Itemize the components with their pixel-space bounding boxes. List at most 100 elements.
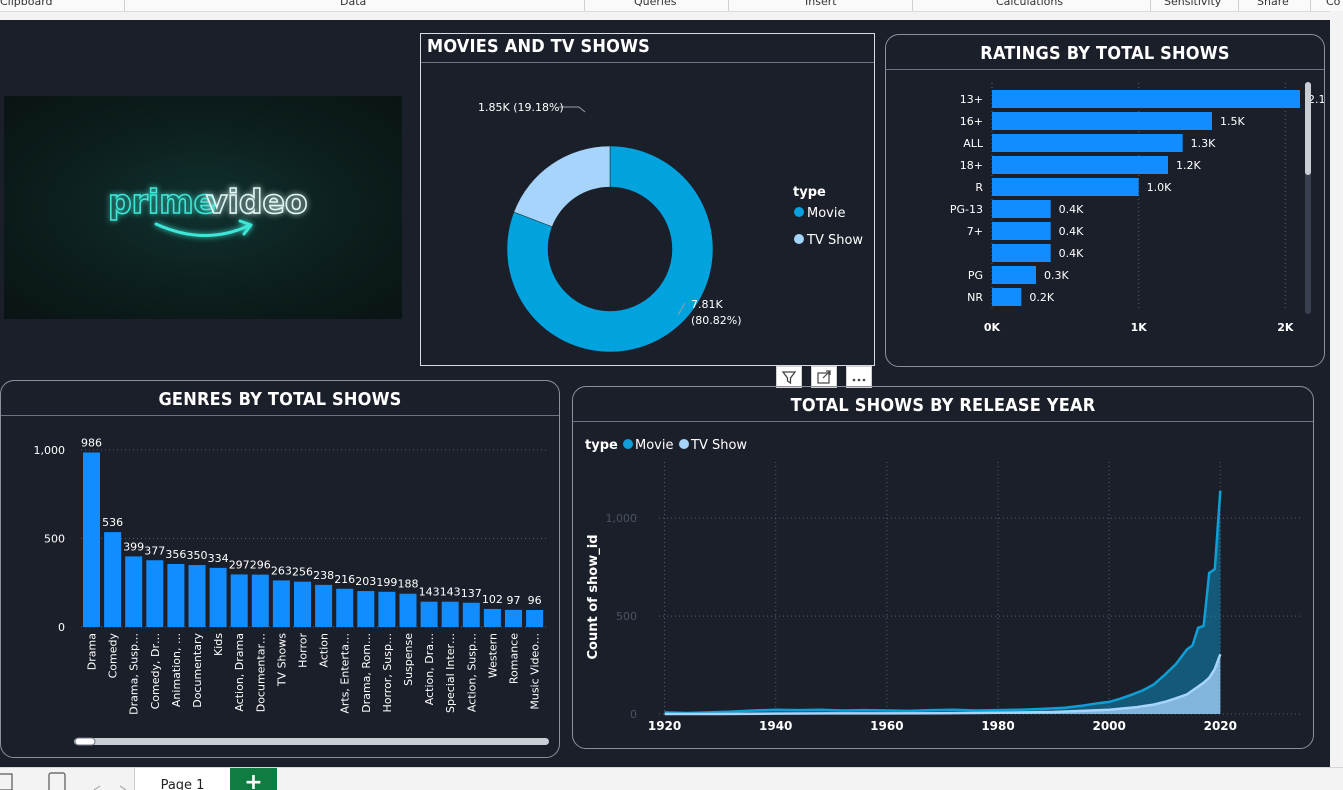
genre-data-label: 96	[528, 594, 542, 607]
ribbon-group-clipboard[interactable]: Clipboard	[0, 0, 53, 8]
rating-category-label: R	[975, 181, 983, 194]
donut-label-movie-percent: (80.82%)	[691, 314, 742, 327]
more-options-icon[interactable]	[846, 366, 872, 388]
genre-data-label: 238	[313, 569, 334, 582]
ratings-bar-visual[interactable]: RATINGS BY TOTAL SHOWS 0K1K2K13+2.1K16+1…	[885, 34, 1325, 367]
genre-category-label: Suspense	[402, 633, 415, 686]
scrollbar-thumb[interactable]	[74, 737, 96, 746]
y-tick-label: 1,000	[606, 512, 638, 525]
page-tab-page-1[interactable]: Page 1	[134, 768, 231, 790]
rating-data-label: 0.4K	[1059, 203, 1084, 216]
rating-bar	[992, 200, 1051, 218]
prime-video-logo[interactable]: prime video	[4, 96, 402, 319]
genre-data-label: 102	[482, 593, 503, 606]
area-fill-movie	[664, 490, 1221, 714]
genre-data-label: 334	[208, 552, 229, 565]
donut-label-tvshow: 1.85K (19.18%)	[478, 101, 564, 114]
ribbon-group-share[interactable]: Share	[1257, 0, 1289, 8]
rating-category-label: 18+	[960, 159, 983, 172]
release-year-area-visual[interactable]: TOTAL SHOWS BY RELEASE YEAR 0 500 1,000 192…	[572, 386, 1314, 749]
x-tick-label: 1980	[981, 719, 1014, 733]
ribbon-group-data[interactable]: Data	[340, 0, 366, 8]
legend-item-movie: Movie	[635, 438, 673, 453]
genre-category-label: Action, Dra…	[423, 633, 436, 705]
legend-dot-movie	[623, 439, 633, 449]
ribbon-group-queries[interactable]: Queries	[634, 0, 676, 8]
genre-category-label: Action, Drama	[233, 633, 246, 712]
ribbon-group-insert[interactable]: Insert	[805, 0, 837, 8]
rating-category-label: ALL	[963, 137, 984, 150]
legend-dot-tv-show	[679, 439, 689, 449]
logo-word-prime: prime	[108, 182, 216, 221]
ribbon-group-copilot[interactable]: Co	[1326, 0, 1340, 8]
genre-bar	[315, 584, 333, 627]
next-page-icon[interactable]	[119, 785, 127, 790]
scrollbar-thumb[interactable]	[1305, 82, 1311, 175]
smile-arrow-icon	[154, 222, 250, 237]
genre-bar	[378, 591, 396, 627]
genre-data-label: 536	[102, 516, 123, 529]
rating-bar	[992, 222, 1051, 240]
donut-legend-title: type	[793, 185, 826, 200]
genre-bar	[420, 601, 438, 627]
fit-page-icon[interactable]	[0, 773, 13, 790]
x-tick-label: 1960	[870, 719, 903, 733]
genre-bar	[104, 532, 122, 627]
rating-category-label: 13+	[960, 93, 983, 106]
genres-bar-visual[interactable]: GENRES BY TOTAL SHOWS 0 500 1,000 986 Drama 5…	[0, 380, 560, 758]
genre-category-label: Drama	[86, 633, 99, 670]
focus-mode-icon[interactable]	[811, 366, 837, 388]
genre-category-label: Action	[318, 633, 331, 667]
horizontal-scrollbar[interactable]	[74, 738, 549, 745]
genre-category-label: Western	[486, 633, 499, 678]
genre-data-label: 296	[250, 559, 271, 572]
genre-bar	[526, 610, 544, 627]
genre-data-label: 399	[123, 540, 144, 553]
add-page-button[interactable]: +	[230, 768, 277, 790]
genre-bar	[441, 601, 459, 627]
genre-bar	[251, 574, 269, 627]
legend-dot-1	[794, 234, 804, 244]
genre-data-label: 143	[440, 586, 461, 599]
genre-data-label: 97	[507, 594, 521, 607]
genre-bar	[125, 556, 143, 627]
genre-category-label: Horror, Susp…	[381, 633, 394, 713]
mobile-layout-icon[interactable]	[48, 772, 66, 790]
rating-bar	[992, 134, 1183, 152]
genre-bar	[357, 591, 375, 627]
rating-data-label: 0.3K	[1044, 269, 1069, 282]
genre-bar	[230, 574, 248, 627]
x-tick-label: 1K	[1131, 321, 1148, 334]
genre-bar	[188, 565, 206, 627]
donut-chart: 7.81K (80.82%) 1.85K (19.18%) type Movie TV S…	[478, 101, 863, 353]
ribbon-separator	[912, 0, 913, 11]
genre-data-label: 986	[81, 436, 102, 449]
legend-dot-0	[794, 207, 804, 217]
series-line-movie	[664, 490, 1222, 715]
genres-chart: 0 500 1,000 986 Drama 536 Comedy 399 Drama, Susp…	[34, 436, 549, 746]
ratings-chart: 0K1K2K13+2.1K16+1.5KALL1.3K18+1.2KR1.0KP…	[950, 82, 1324, 334]
rating-data-label: 1.0K	[1147, 181, 1172, 194]
rating-data-label: 1.5K	[1220, 115, 1245, 128]
genre-category-label: Animation, …	[170, 633, 183, 707]
x-tick-label: 2000	[1092, 719, 1125, 733]
genre-category-label: TV Shows	[275, 633, 288, 687]
genre-data-label: 263	[271, 564, 292, 577]
genre-data-label: 377	[144, 544, 165, 557]
ribbon-group-calculations[interactable]: Calculations	[996, 0, 1063, 8]
genre-category-label: Music Video…	[529, 633, 542, 710]
canvas-scroll-margin	[1330, 11, 1343, 767]
genre-category-label: Kids	[212, 633, 225, 656]
legend-item-tv-show: TV Show	[690, 438, 747, 453]
prev-page-icon[interactable]	[93, 785, 101, 790]
ribbon-group-sensitivity[interactable]: Sensitivity	[1164, 0, 1221, 8]
logo-word-video: video	[206, 182, 308, 221]
donut-label-movie-value: 7.81K	[691, 298, 723, 311]
y-axis-label: Count of show_id	[586, 534, 601, 659]
logo-art: prime video	[107, 181, 308, 237]
genre-bar	[483, 608, 501, 627]
filter-icon[interactable]	[776, 366, 802, 388]
rating-data-label: 0.2K	[1029, 291, 1054, 304]
y-tick-label: 0	[58, 621, 65, 634]
movies-tv-donut-visual[interactable]: MOVIES AND TV SHOWS 7.81K (80.82%) 1.85K (…	[420, 33, 875, 366]
